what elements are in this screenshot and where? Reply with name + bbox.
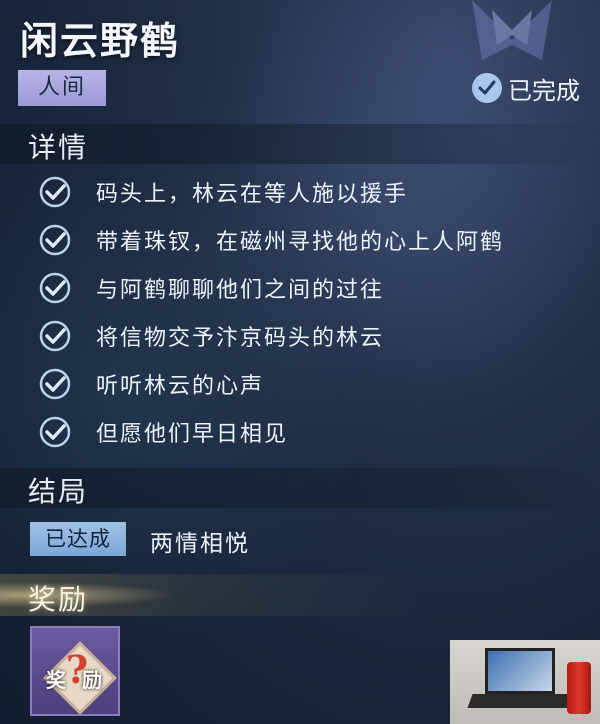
ending-header-bar (0, 468, 600, 508)
reward-label-left: 奖 (46, 668, 66, 692)
ending-heading: 结局 (28, 475, 89, 508)
check-icon (39, 224, 71, 256)
check-icon (39, 176, 71, 208)
task-item[interactable]: 但愿他们早日相见 (0, 410, 600, 456)
task-text: 听听林云的心声 (96, 374, 265, 399)
task-item[interactable]: 码头上，林云在等人施以援手 (0, 170, 600, 216)
reward-label-right: 励 (82, 668, 102, 692)
task-item[interactable]: 带着珠钗，在磁州寻找他的心上人阿鹤 (0, 218, 600, 264)
details-header-bar (0, 124, 600, 164)
completion-status: 已完成 (472, 70, 580, 106)
overlay-photo-inset (450, 640, 600, 724)
task-text: 与阿鹤聊聊他们之间的过往 (96, 278, 385, 303)
reward-heading: 奖励 (28, 583, 89, 616)
details-heading: 详情 (28, 131, 89, 164)
status-label: 已完成 (508, 76, 580, 105)
check-icon (39, 368, 71, 400)
task-text: 带着珠钗，在磁州寻找他的心上人阿鹤 (96, 230, 505, 255)
task-item[interactable]: 听听林云的心声 (0, 362, 600, 408)
task-text: 码头上，林云在等人施以援手 (96, 182, 409, 207)
ending-reached-badge: 已达成 (30, 522, 126, 556)
laptop-screen-image (485, 648, 555, 694)
task-item[interactable]: 将信物交予汴京码头的林云 (0, 314, 600, 360)
soda-can-image (567, 662, 591, 714)
task-text: 但愿他们早日相见 (96, 422, 289, 447)
quest-title: 闲云野鹤 (20, 18, 181, 63)
check-circle-icon (472, 73, 502, 103)
laptop-base-image (467, 694, 573, 708)
emblem-decoration-icon (472, 0, 552, 60)
check-icon (39, 272, 71, 304)
check-icon (39, 320, 71, 352)
task-text: 将信物交予汴京码头的林云 (96, 326, 385, 351)
task-item[interactable]: 与阿鹤聊聊他们之间的过往 (0, 266, 600, 312)
reward-item[interactable]: ? 奖 励 (30, 626, 120, 716)
ending-name: 两情相悦 (150, 531, 250, 557)
realm-tag: 人间 (18, 70, 106, 106)
check-icon (39, 416, 71, 448)
